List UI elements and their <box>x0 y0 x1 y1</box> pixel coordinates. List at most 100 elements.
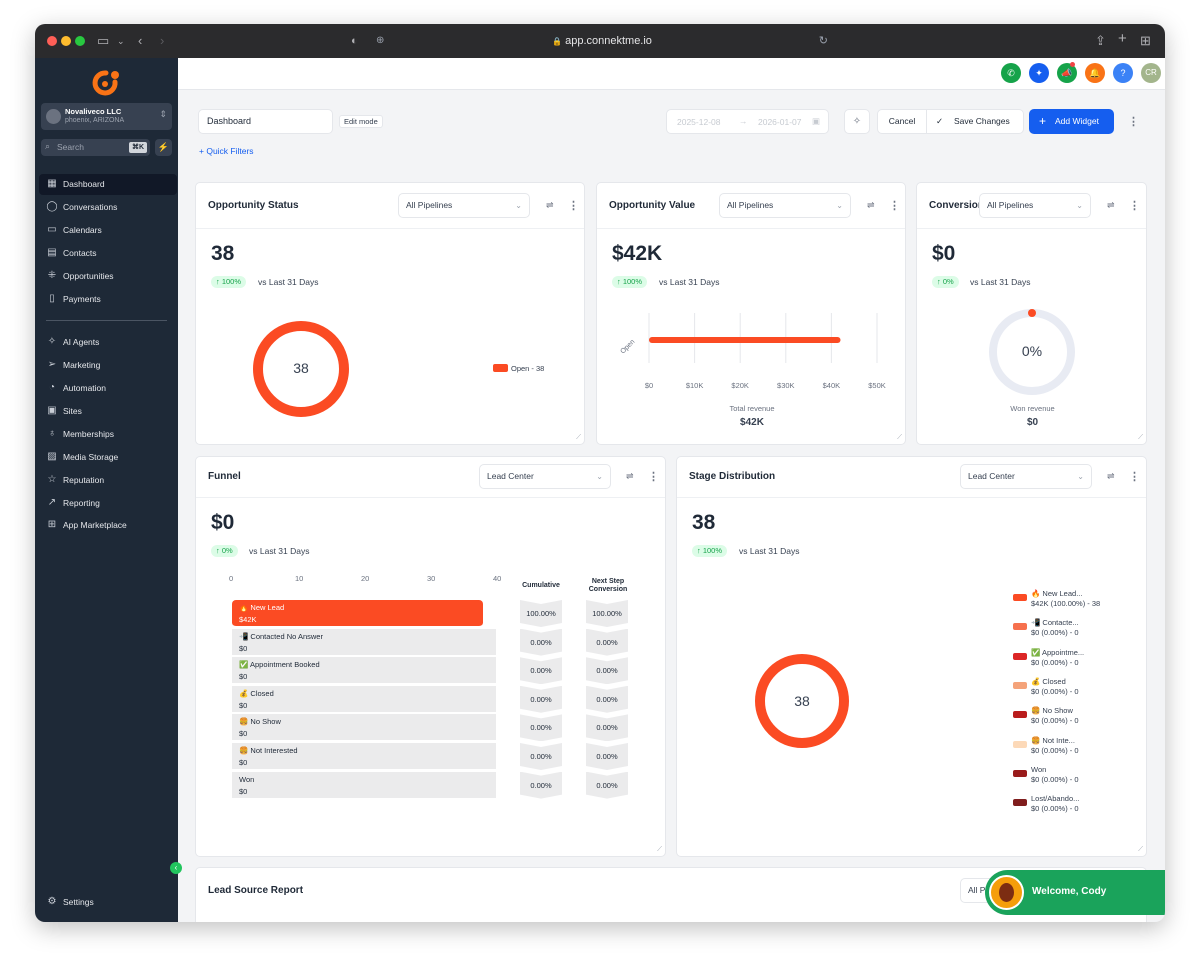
resize-handle-icon[interactable]: ⟋ <box>657 846 662 854</box>
new-tab-icon[interactable]: + <box>1118 31 1127 47</box>
share-icon[interactable]: ⇪ <box>1095 33 1106 49</box>
sidebar-item-opportunities[interactable]: ⁜ Opportunities <box>39 266 177 287</box>
sidebar-item-label: Conversations <box>63 202 118 212</box>
more-options-icon[interactable]: ⋮ <box>1129 200 1140 212</box>
minimize-window-button[interactable] <box>61 36 71 46</box>
add-widget-button[interactable]: + Add Widget <box>1029 109 1114 134</box>
funnel-row[interactable]: 🍔 Not Interested $0 <box>232 743 496 770</box>
pipeline-select[interactable]: All Pipelines ⌄ <box>719 193 851 218</box>
pipeline-select[interactable]: All Pipelines ⌄ <box>979 193 1091 218</box>
help-icon[interactable]: ? <box>1113 63 1133 83</box>
quick-filters-link[interactable]: + Quick Filters <box>199 146 254 156</box>
sidebar-item-reporting[interactable]: ↗ Reporting <box>39 493 177 514</box>
back-icon[interactable]: ‹ <box>138 33 142 49</box>
tab-overview-icon[interactable]: ⊞ <box>1140 33 1151 49</box>
more-options-icon[interactable]: ⋮ <box>889 200 900 212</box>
forward-icon[interactable]: › <box>160 33 164 49</box>
chevron-down-icon[interactable]: ⌄ <box>117 33 125 49</box>
widget-funnel: Funnel Lead Center ⌄ ⇌ ⋮ $0 ↑ 0% vs Last… <box>195 456 666 857</box>
change-badge: ↑ 100% <box>612 276 648 288</box>
magic-wand-button[interactable]: ✧ <box>844 109 870 134</box>
legend-swatch <box>1013 652 1027 660</box>
change-value: 100% <box>702 546 723 555</box>
reload-icon[interactable]: ↻ <box>819 31 828 51</box>
privacy-shield-icon[interactable]: ◐ <box>351 33 358 49</box>
metric-value: $0 <box>932 242 956 265</box>
quick-action-bolt-icon[interactable]: ⚡ <box>155 139 172 156</box>
sidebar-item-sites[interactable]: ▣ Sites <box>39 401 177 422</box>
x-tick-label: $40K <box>823 381 841 390</box>
filter-settings-icon[interactable]: ⇌ <box>1107 200 1115 211</box>
date-start: 2025-12-08 <box>677 117 721 127</box>
more-options-icon[interactable]: ⋮ <box>648 471 659 483</box>
address-bar[interactable]: ⊕ 🔒 app.connektme.io ↻ <box>372 31 832 51</box>
dashboard-selector[interactable]: Dashboard <box>198 109 333 134</box>
filter-settings-icon[interactable]: ⇌ <box>867 200 875 211</box>
funnel-row[interactable]: 💰 Closed $0 <box>232 685 496 713</box>
magic-icon[interactable]: ✦ <box>1029 63 1049 83</box>
sidebar-item-memberships[interactable]: ♁ Memberships <box>39 424 177 445</box>
pipeline-select[interactable]: Lead Center ⌄ <box>960 464 1092 489</box>
globe-icon: ⊕ <box>376 35 385 46</box>
plus-icon: + <box>1039 114 1047 128</box>
funnel-row[interactable]: ✅ Appointment Booked $0 <box>232 657 496 685</box>
sidebar-item-label: Settings <box>63 897 94 907</box>
cumulative-header: Cumulative <box>522 582 560 589</box>
funnel-x-tick: 30 <box>427 574 436 583</box>
filter-settings-icon[interactable]: ⇌ <box>546 200 554 211</box>
cancel-button[interactable]: Cancel <box>877 109 927 134</box>
date-range-picker[interactable]: 2025-12-08 → 2026-01-07 ▣ <box>666 109 829 134</box>
more-options-icon[interactable]: ⋮ <box>568 200 579 212</box>
sidebar-item-dashboard[interactable]: ▦ Dashboard <box>39 174 177 195</box>
legend-stage-name: ✅ Appointme... <box>1031 647 1085 657</box>
sidebar-item-reputation[interactable]: ☆ Reputation <box>39 470 177 491</box>
bell-icon[interactable]: 🔔 <box>1085 63 1105 83</box>
funnel-row[interactable]: 📲 Contacted No Answer $0 <box>232 628 496 656</box>
sidebar-item-label: AI Agents <box>63 337 100 347</box>
metric-value: $42K <box>612 242 663 265</box>
sidebar-item-calendars[interactable]: ▭ Calendars <box>39 220 177 241</box>
account-switcher[interactable]: Novaliveco LLC phoenix, ARIZONA ⇕ <box>41 103 172 130</box>
payments-icon: ▯ <box>49 293 55 304</box>
bar-open[interactable] <box>649 337 841 343</box>
chart-caption: Total revenue <box>729 404 775 413</box>
filter-settings-icon[interactable]: ⇌ <box>626 471 634 482</box>
save-changes-button[interactable]: ✓ Save Changes <box>926 109 1024 134</box>
search-input[interactable]: ⌕ Search ⌘K <box>41 139 150 156</box>
sidebar-toggle-icon[interactable]: ▭ <box>97 33 109 49</box>
sidebar-item-ai-agents[interactable]: ✧ AI Agents <box>39 332 177 353</box>
funnel-row[interactable]: 🔥 New Lead $42K <box>232 600 483 627</box>
next-step-cell: 0.00% <box>586 714 628 741</box>
collapse-sidebar-button[interactable]: ‹ <box>170 862 182 874</box>
more-options-icon[interactable]: ⋮ <box>1129 471 1140 483</box>
resize-handle-icon[interactable]: ⟋ <box>1138 846 1143 854</box>
pipeline-select[interactable]: All Pipelines ⌄ <box>398 193 530 218</box>
welcome-chat-widget[interactable]: Welcome, Cody 1 <box>985 870 1165 915</box>
sidebar-item-settings[interactable]: ⚙ Settings <box>39 892 177 913</box>
legend-swatch <box>1013 623 1027 631</box>
resize-handle-icon[interactable]: ⟋ <box>576 434 581 442</box>
cumulative-cell: 0.00% <box>520 714 562 741</box>
gauge-center-value: 0% <box>1021 343 1043 359</box>
widget-header: Stage Distribution Lead Center ⌄ ⇌ ⋮ <box>677 457 1146 498</box>
pipeline-select[interactable]: Lead Center ⌄ <box>479 464 611 489</box>
avatar[interactable]: CR <box>1141 63 1161 83</box>
funnel-row[interactable]: 🍔 No Show $0 <box>232 714 496 742</box>
resize-handle-icon[interactable]: ⟋ <box>897 434 902 442</box>
sidebar-item-media-storage[interactable]: ▨ Media Storage <box>39 447 177 468</box>
change-badge: ↑ 0% <box>211 545 238 557</box>
phone-icon[interactable]: ✆ <box>1001 63 1021 83</box>
sidebar-item-contacts[interactable]: ▤ Contacts <box>39 243 177 264</box>
sidebar-item-conversations[interactable]: ◯ Conversations <box>39 197 177 218</box>
filter-settings-icon[interactable]: ⇌ <box>1107 471 1115 482</box>
resize-handle-icon[interactable]: ⟋ <box>1138 434 1143 442</box>
close-window-button[interactable] <box>47 36 57 46</box>
sidebar-item-app-marketplace[interactable]: ⊞ App Marketplace <box>39 515 177 536</box>
more-options-icon[interactable]: ⋮ <box>1128 116 1139 128</box>
zoom-window-button[interactable] <box>75 36 85 46</box>
sidebar-item-marketing[interactable]: ➢ Marketing <box>39 355 177 376</box>
funnel-row[interactable]: Won $0 <box>232 771 496 799</box>
sidebar-item-payments[interactable]: ▯ Payments <box>39 289 177 310</box>
search-shortcut: ⌘K <box>128 142 147 153</box>
sidebar-item-automation[interactable]: ◔ Automation <box>39 378 177 399</box>
